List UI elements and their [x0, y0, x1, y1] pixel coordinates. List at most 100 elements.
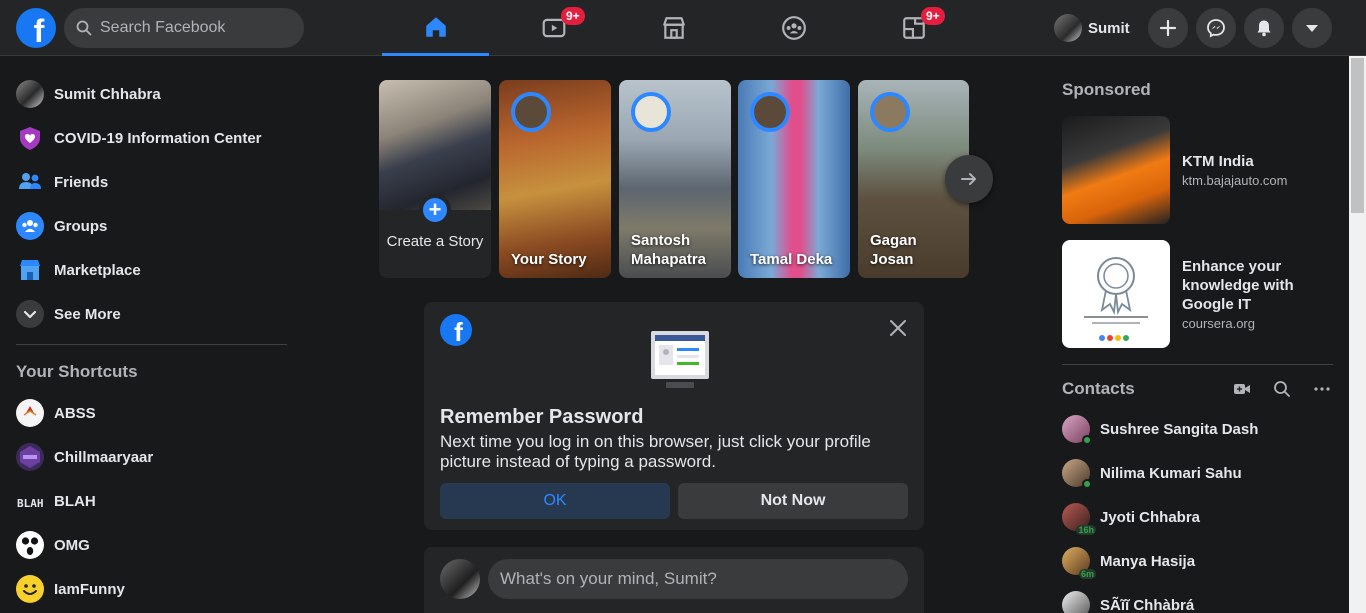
tab-marketplace[interactable] — [620, 0, 727, 56]
omg-face-icon — [16, 531, 44, 559]
whats-on-your-mind-input[interactable]: What's on your mind, Sumit? — [488, 559, 908, 599]
contact-item[interactable]: Nilima Kumari Sahu — [1054, 451, 1344, 495]
chevron-down-icon — [16, 300, 44, 328]
sidebar-item-marketplace[interactable]: Marketplace — [8, 248, 298, 292]
create-story-label: Create a Story — [386, 233, 484, 250]
bell-icon — [1257, 20, 1271, 37]
plus-icon — [1159, 19, 1177, 37]
story-card[interactable]: Your Story — [499, 80, 611, 278]
online-indicator — [1082, 435, 1092, 445]
video-badge: 9+ — [561, 7, 585, 25]
messenger-button[interactable] — [1196, 8, 1236, 48]
last-active-badge: 6m — [1078, 569, 1096, 579]
browser-login-illustration — [651, 331, 709, 388]
avatar: 16h — [1062, 503, 1096, 535]
sidebar-item-profile[interactable]: Sumit Chhabra — [8, 72, 298, 116]
contacts-header: Contacts — [1054, 371, 1344, 407]
video-call-icon[interactable] — [1232, 379, 1252, 399]
ad-image — [1062, 116, 1170, 224]
facebook-logo-icon[interactable]: f — [16, 8, 56, 48]
remember-password-title: Remember Password — [440, 406, 644, 428]
story-card[interactable]: Tamal Deka — [738, 80, 850, 278]
tab-gaming[interactable]: 9+ — [860, 0, 967, 56]
contact-name: Nilima Kumari Sahu — [1100, 464, 1242, 482]
story-name: Gagan Josan — [870, 232, 917, 268]
ad-domain: ktm.bajajauto.com — [1182, 173, 1288, 188]
ad-title: KTM India — [1182, 153, 1254, 170]
avatar — [1054, 14, 1082, 42]
last-active-badge: 16h — [1076, 525, 1096, 535]
not-now-button[interactable]: Not Now — [678, 483, 908, 519]
contacts-title: Contacts — [1062, 379, 1135, 398]
gaming-badge: 9+ — [921, 7, 945, 25]
story-avatar — [870, 92, 910, 132]
contact-item[interactable]: SÃĩĩ Chhàbrá — [1054, 583, 1344, 613]
avatar — [1062, 591, 1090, 613]
svg-text:BLAH: BLAH — [17, 497, 44, 510]
story-name: Santosh Mahapatra — [631, 232, 707, 268]
tab-watch[interactable]: 9+ — [500, 0, 607, 56]
ad-title: Enhance your knowledge with Google IT — [1182, 258, 1294, 313]
create-story-card[interactable]: + Create a Story — [379, 80, 491, 278]
story-photo — [379, 80, 491, 210]
ad-domain: coursera.org — [1182, 316, 1255, 331]
sidebar-item-label: ABSS — [54, 404, 96, 422]
store-icon — [662, 17, 685, 39]
contact-item[interactable]: 6m Manya Hasija — [1054, 539, 1344, 583]
shortcut-abss[interactable]: ABSS — [8, 391, 298, 435]
chillmaaryaar-logo-icon — [16, 443, 44, 471]
caret-down-icon — [1306, 25, 1318, 32]
sidebar-item-see-more[interactable]: See More — [8, 292, 298, 336]
sidebar-item-groups[interactable]: Groups — [8, 204, 298, 248]
story-avatar — [511, 92, 551, 132]
tab-home[interactable] — [382, 0, 489, 56]
remember-password-card: f Remember Password Next time you log in… — [424, 302, 924, 530]
sidebar-item-covid[interactable]: COVID-19 Information Center — [8, 116, 298, 160]
shortcut-chillmaaryaar[interactable]: Chillmaaryaar — [8, 435, 298, 479]
top-bar: f Search Facebook 9+ 9+ Sumit — [0, 0, 1366, 56]
groups-icon — [16, 212, 44, 240]
sidebar-item-label: See More — [54, 305, 121, 323]
divider — [16, 344, 287, 345]
story-avatar — [750, 92, 790, 132]
shortcut-omg[interactable]: OMG — [8, 523, 298, 567]
search-icon — [76, 20, 92, 36]
search-input[interactable]: Search Facebook — [64, 8, 304, 48]
tab-groups[interactable] — [740, 0, 847, 56]
stories-next-button[interactable] — [945, 155, 993, 203]
sidebar-item-label: Sumit Chhabra — [54, 85, 161, 103]
avatar — [1062, 415, 1092, 445]
messenger-icon — [1207, 19, 1225, 38]
contact-item[interactable]: Sushree Sangita Dash — [1054, 407, 1344, 451]
story-card[interactable]: Santosh Mahapatra — [619, 80, 731, 278]
sidebar-item-label: Groups — [54, 217, 108, 235]
profile-chip[interactable]: Sumit — [1052, 10, 1138, 46]
ad-ktm[interactable]: KTM India ktm.bajajauto.com — [1054, 108, 1344, 232]
more-options-icon[interactable] — [1312, 379, 1332, 399]
contact-name: SÃĩĩ Chhàbrá — [1100, 596, 1195, 613]
sidebar-item-friends[interactable]: Friends — [8, 160, 298, 204]
scrollbar-thumb[interactable] — [1351, 58, 1364, 213]
profile-name: Sumit — [1088, 19, 1130, 37]
sidebar-item-label: Marketplace — [54, 261, 141, 279]
avatar: 6m — [1062, 547, 1096, 579]
contact-name: Sushree Sangita Dash — [1100, 420, 1259, 438]
notifications-button[interactable] — [1244, 8, 1284, 48]
search-icon[interactable] — [1272, 379, 1292, 399]
create-button[interactable] — [1148, 8, 1188, 48]
account-menu-button[interactable] — [1292, 8, 1332, 48]
groups-icon — [781, 16, 806, 40]
post-composer: What's on your mind, Sumit? — [424, 547, 924, 613]
ad-coursera[interactable]: Enhance your knowledge with Google IT co… — [1054, 232, 1344, 356]
online-indicator — [1082, 479, 1092, 489]
close-icon[interactable] — [888, 318, 908, 338]
shortcut-iamfunny[interactable]: IamFunny — [8, 567, 298, 611]
plus-icon: + — [419, 194, 451, 226]
sidebar-item-label: Friends — [54, 173, 109, 191]
shortcuts-title: Your Shortcuts — [16, 362, 138, 381]
shortcut-blah[interactable]: BLAH BLAH — [8, 479, 298, 523]
contact-item[interactable]: 16h Jyoti Chhabra — [1054, 495, 1344, 539]
ok-button[interactable]: OK — [440, 483, 670, 519]
stories-tray: + Create a Story Your Story Santosh Maha… — [379, 80, 969, 278]
page-scrollbar[interactable] — [1349, 56, 1366, 613]
